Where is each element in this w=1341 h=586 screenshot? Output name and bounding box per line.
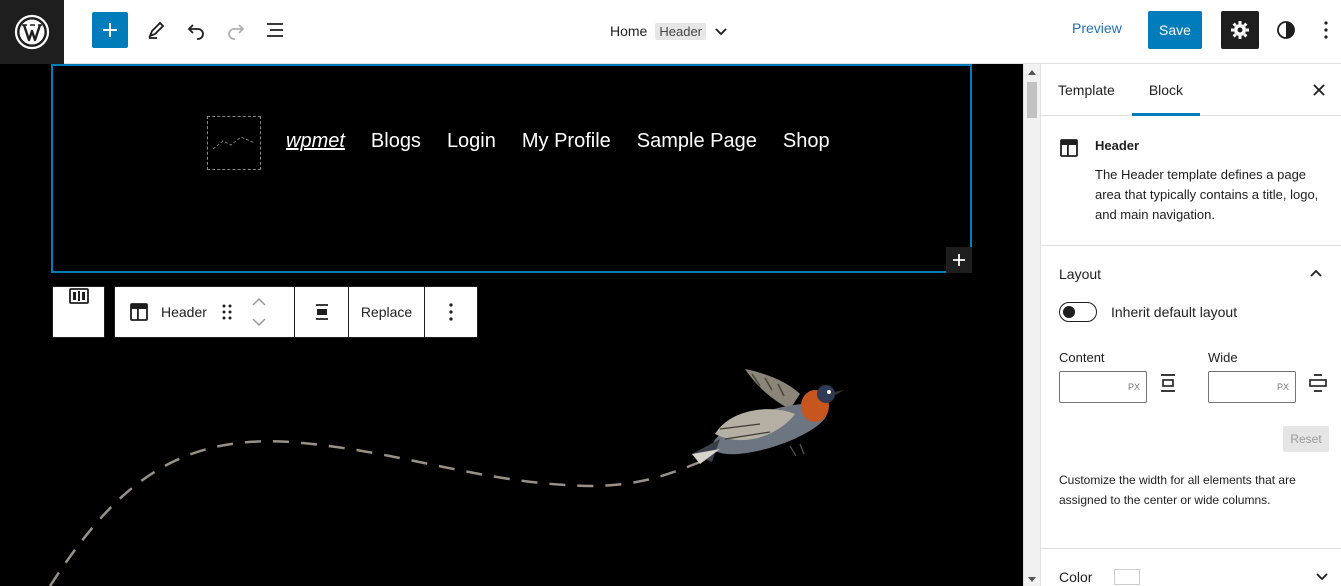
chevron-down-icon	[1316, 573, 1328, 581]
nav-item-sample-page[interactable]: Sample Page	[637, 130, 757, 153]
toggle-knob	[1063, 306, 1075, 318]
scroll-down-arrow-icon[interactable]	[1028, 577, 1036, 582]
save-button[interactable]: Save	[1148, 11, 1202, 49]
bird-flight-illustration	[48, 369, 844, 586]
width-controls: Content PX Wide PX	[1059, 350, 1327, 420]
plus-icon	[103, 23, 117, 37]
editor-top-bar: Home Header Preview Save	[0, 0, 1341, 64]
justify-center-icon	[1161, 374, 1175, 392]
inherit-layout-label: Inherit default layout	[1111, 304, 1238, 320]
inherit-layout-row: Inherit default layout	[1059, 302, 1323, 322]
block-card: Header The Header template defines a pag…	[1041, 116, 1341, 246]
scroll-up-arrow-icon[interactable]	[1028, 70, 1036, 75]
wide-unit-label: PX	[1276, 382, 1289, 392]
site-title-link[interactable]: wpmet	[286, 130, 345, 153]
layout-panel: Layout Inherit default layout Content PX	[1041, 246, 1341, 549]
wide-width-label: Wide	[1208, 350, 1238, 365]
block-card-description: The Header template defines a page area …	[1095, 167, 1319, 222]
nav-item-blogs[interactable]: Blogs	[371, 130, 421, 153]
styles-button[interactable]	[1270, 14, 1302, 46]
undo-button[interactable]	[180, 14, 212, 46]
more-vertical-icon	[1324, 21, 1328, 39]
wide-width-group: Wide PX	[1208, 350, 1296, 403]
color-panel-title: Color	[1059, 569, 1093, 585]
site-logo-placeholder[interactable]	[207, 116, 261, 170]
nav-item-shop[interactable]: Shop	[783, 130, 830, 153]
options-button[interactable]	[1314, 14, 1338, 46]
plus-icon	[953, 254, 965, 266]
header-template-part[interactable]: wpmet Blogs Login My Profile Sample Page…	[51, 64, 972, 273]
document-title-dropdown[interactable]: Home Header	[610, 18, 728, 44]
layout-panel-toggle[interactable]: Layout	[1041, 246, 1341, 302]
gear-icon	[1231, 21, 1249, 39]
scroll-thumb[interactable]	[1027, 82, 1037, 118]
wordpress-logo-icon	[14, 14, 50, 50]
pencil-icon	[148, 21, 165, 39]
inherit-layout-toggle[interactable]	[1059, 302, 1097, 322]
settings-sidebar: Template Block Header The Header templat…	[1040, 64, 1341, 586]
chevron-up-icon	[1310, 269, 1322, 277]
content-unit-label: PX	[1127, 382, 1140, 392]
color-swatch	[1114, 569, 1141, 585]
redo-icon	[228, 24, 245, 40]
header-block-icon	[1059, 134, 1079, 225]
wordpress-logo-button[interactable]	[0, 0, 64, 64]
layout-help-text: Customize the width for all elements tha…	[1059, 473, 1296, 507]
list-view-button[interactable]	[259, 14, 291, 46]
chevron-down-icon	[714, 24, 728, 38]
preview-button[interactable]: Preview	[1072, 20, 1122, 36]
layout-panel-body: Inherit default layout Content PX Wide P…	[1041, 302, 1341, 548]
editor-canvas[interactable]: wpmet Blogs Login My Profile Sample Page…	[0, 64, 1023, 586]
close-icon	[1313, 84, 1325, 96]
dashed-flight-path	[48, 440, 701, 586]
tools-button[interactable]	[140, 14, 172, 46]
color-panel-toggle[interactable]: Color	[1041, 549, 1341, 586]
breadcrumb-home: Home	[610, 23, 648, 39]
breadcrumb-template-tag: Header	[655, 22, 706, 40]
close-sidebar-button[interactable]	[1309, 80, 1329, 100]
content-width-input[interactable]: PX	[1059, 371, 1147, 403]
undo-icon	[187, 24, 204, 40]
navigation-block[interactable]: wpmet Blogs Login My Profile Sample Page…	[286, 130, 830, 153]
wide-width-input[interactable]: PX	[1208, 371, 1296, 403]
nav-item-login[interactable]: Login	[447, 130, 496, 153]
bird-icon	[692, 369, 844, 464]
canvas-scrollbar[interactable]	[1023, 64, 1040, 586]
sidebar-layout-icon	[68, 288, 89, 304]
block-append-button[interactable]	[946, 247, 972, 273]
settings-button[interactable]	[1221, 11, 1259, 49]
reset-button[interactable]: Reset	[1283, 426, 1329, 452]
image-placeholder-icon	[212, 136, 256, 150]
block-card-title: Header	[1095, 138, 1140, 153]
content-width-label: Content	[1059, 350, 1105, 365]
content-width-group: Content PX	[1059, 350, 1147, 403]
stretch-wide-icon	[1309, 374, 1327, 392]
tab-template[interactable]: Template	[1041, 64, 1132, 116]
redo-button[interactable]	[220, 14, 252, 46]
sidebar-tabs: Template Block	[1041, 64, 1341, 116]
list-view-icon	[267, 23, 283, 37]
nav-item-my-profile[interactable]: My Profile	[522, 130, 611, 153]
layout-panel-title: Layout	[1059, 266, 1102, 282]
contrast-icon	[1277, 21, 1295, 39]
tab-block[interactable]: Block	[1131, 64, 1201, 116]
block-inserter-button[interactable]	[92, 12, 128, 48]
